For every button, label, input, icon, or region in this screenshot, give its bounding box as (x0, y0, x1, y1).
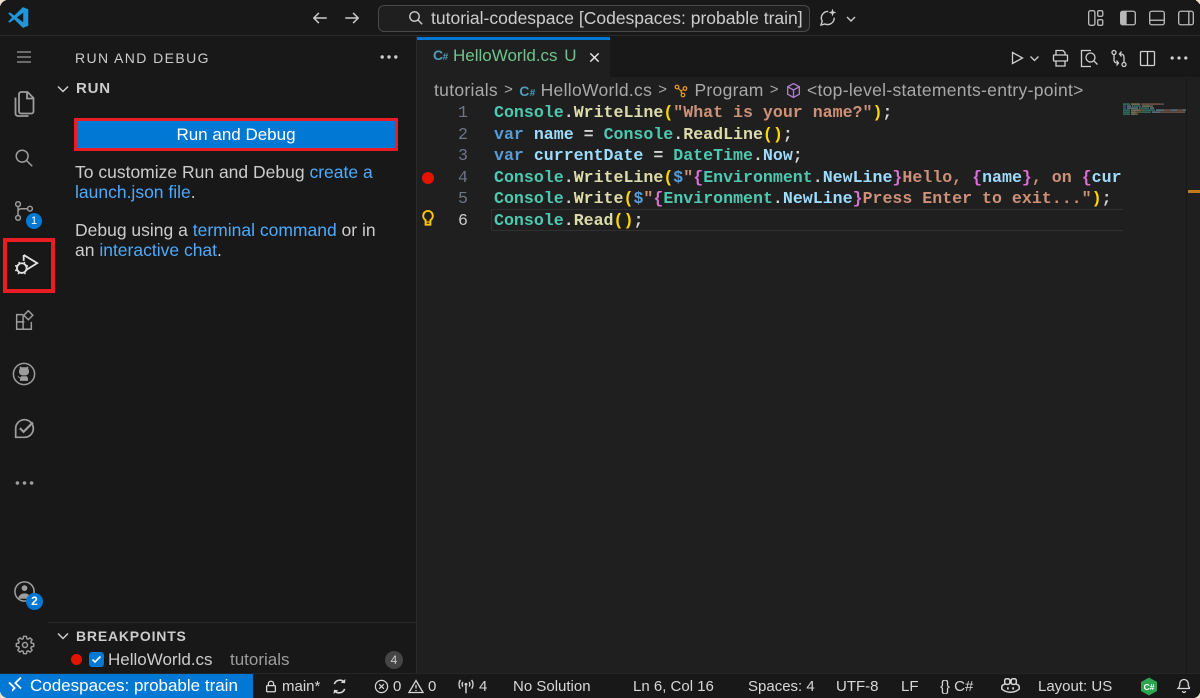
svg-text:C#: C# (1144, 682, 1155, 692)
